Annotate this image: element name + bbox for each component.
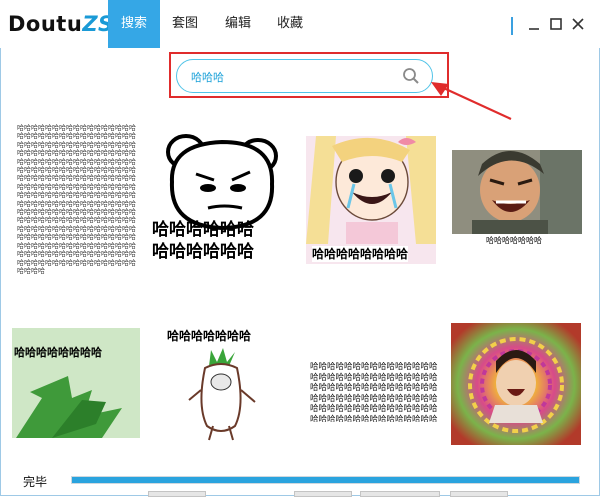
result-image-4[interactable]: 哈哈哈哈哈哈哈 — [452, 150, 582, 248]
status-label: 完毕 — [23, 475, 48, 489]
panda-face-icon — [166, 134, 278, 231]
bottom-button[interactable] — [450, 491, 508, 497]
tab-favorites[interactable]: 收藏 — [264, 0, 316, 48]
progress-bar — [71, 476, 580, 484]
maximize-icon[interactable] — [548, 16, 564, 32]
radish-character-icon — [188, 348, 256, 441]
close-icon[interactable] — [570, 16, 586, 32]
header-divider — [511, 17, 513, 35]
bottom-button[interactable] — [294, 491, 352, 497]
progress-fill — [72, 477, 579, 483]
result-image-7[interactable]: 哈哈哈哈哈哈哈哈哈哈哈哈哈哈哈哈哈哈哈哈哈哈哈哈哈哈哈哈哈哈哈哈哈哈哈哈哈哈哈哈… — [310, 362, 438, 422]
result-image-6[interactable]: 哈哈哈哈哈哈哈 — [165, 328, 275, 443]
search-input[interactable] — [191, 67, 391, 87]
tab-search[interactable]: 搜索 — [108, 0, 160, 48]
tab-sets[interactable]: 套图 — [160, 0, 210, 48]
result-image-3[interactable]: 哈哈哈哈哈哈哈哈 — [306, 136, 436, 264]
bottom-button[interactable] — [360, 491, 440, 497]
laughing-man-photo-icon — [452, 150, 582, 234]
hypno-spiral-photo-icon — [451, 323, 581, 445]
leaf-icon — [12, 328, 140, 438]
result-image-2[interactable]: 哈哈哈哈哈哈 哈哈哈哈哈哈 — [152, 122, 292, 272]
minimize-icon[interactable] — [526, 16, 542, 32]
app-logo: DoutuZS — [8, 12, 114, 36]
result-image-8[interactable] — [451, 323, 581, 445]
result-image-1[interactable]: 哈哈哈哈哈哈哈哈哈哈哈哈哈哈哈哈哈哈哈哈哈哈哈哈哈哈哈哈哈哈哈哈哈哈哈哈哈哈哈哈… — [17, 124, 137, 274]
result-image-5[interactable]: 哈哈哈哈哈哈哈哈 — [12, 328, 140, 438]
crying-girl-icon — [306, 136, 436, 244]
search-icon[interactable] — [402, 67, 420, 89]
search-bar[interactable] — [176, 59, 433, 93]
annotation-arrow-icon — [431, 82, 512, 120]
header-bar: DoutuZS 搜索 套图 编辑 收藏 — [0, 0, 600, 48]
tab-edit[interactable]: 编辑 — [212, 0, 264, 48]
bottom-button[interactable] — [148, 491, 206, 497]
